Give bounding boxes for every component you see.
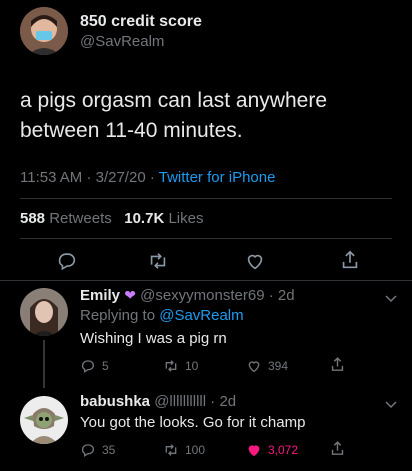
reply-avatar[interactable] [20, 288, 68, 336]
reply-retweet-button[interactable]: 10 [163, 358, 198, 374]
retweets-label: Retweets [49, 210, 112, 227]
like-button[interactable] [244, 250, 266, 277]
reply-like-button-active[interactable]: 3,072 [246, 442, 298, 458]
replying-to-label: Replying to [80, 307, 156, 324]
reply-author-name[interactable]: babushka [80, 393, 150, 410]
divider [20, 238, 392, 239]
tweet-text-line-1: a pigs orgasm can last anywhere [20, 89, 327, 112]
retweet-count: 10 [185, 359, 199, 373]
replying-to: Replying to @SavRealm [80, 307, 244, 324]
author-avatar[interactable] [20, 7, 68, 55]
share-button[interactable] [339, 249, 361, 276]
heart-icon [248, 361, 260, 373]
meta-separator: · [206, 393, 220, 410]
retweet-button[interactable] [147, 250, 169, 277]
reply-author-name[interactable]: Emily [80, 287, 120, 304]
share-icon [331, 441, 344, 455]
retweet-icon [150, 253, 166, 269]
avatar-photo [20, 396, 68, 444]
reply-icon [81, 444, 94, 457]
reply-header: Emily ❤ @sexyymonster69 · 2d [80, 287, 295, 304]
reply-button[interactable] [56, 250, 78, 277]
reply-count: 35 [102, 443, 116, 457]
divider [20, 198, 392, 199]
heart-filled-icon [248, 445, 260, 457]
reply-icon [81, 360, 94, 373]
heart-icon [247, 254, 263, 270]
reply-avatar[interactable] [20, 396, 68, 444]
chevron-down-icon[interactable] [385, 396, 397, 414]
reply-share-button[interactable] [329, 440, 346, 462]
reply-count: 5 [102, 359, 109, 373]
author-handle[interactable]: @SavRealm [80, 33, 164, 50]
retweets-count: 588 [20, 210, 46, 227]
tweet-date: 3/27/20 [95, 169, 146, 186]
reply-header: babushka @lllllllllll · 2d [80, 393, 236, 410]
avatar-photo [20, 7, 68, 55]
avatar-photo [20, 288, 68, 336]
retweets-stat[interactable]: 588 Retweets [20, 210, 112, 227]
reply-author-handle[interactable]: @sexyymonster69 [140, 287, 264, 304]
like-count: 3,072 [268, 443, 299, 457]
like-count: 394 [268, 359, 289, 373]
likes-count: 10.7K [124, 210, 165, 227]
replying-to-handle[interactable]: @SavRealm [159, 307, 243, 324]
retweet-icon [165, 360, 177, 372]
retweet-icon [165, 444, 177, 456]
tweet-text-line-2: between 11-40 minutes. [20, 119, 243, 142]
reply-text: You got the looks. Go for it champ [80, 414, 306, 431]
thread-line [43, 340, 45, 388]
tweet-meta: 11:53 AM · 3/27/20 · Twitter for iPhone [20, 169, 275, 186]
author-name[interactable]: 850 credit score [80, 13, 202, 31]
tweet-source-link[interactable]: Twitter for iPhone [159, 169, 276, 186]
likes-label: Likes [168, 210, 204, 227]
tweet-time: 11:53 AM [20, 169, 83, 186]
reply-reply-button[interactable]: 5 [80, 358, 109, 374]
reply-share-button[interactable] [329, 356, 346, 378]
chevron-down-icon[interactable] [385, 290, 397, 308]
purple-heart-icon: ❤ [124, 287, 136, 303]
divider [0, 280, 412, 281]
reply-like-button[interactable]: 394 [246, 358, 288, 374]
tweet-stats: 588 Retweets 10.7K Likes [20, 210, 203, 227]
meta-separator: · [86, 169, 92, 186]
reply-author-handle[interactable]: @lllllllllll [154, 393, 206, 410]
reply-retweet-button[interactable]: 100 [163, 442, 205, 458]
reply-text: Wishing I was a pig rn [80, 330, 227, 347]
meta-separator: · [264, 287, 278, 304]
reply-age: 2d [277, 287, 295, 304]
reply-age: 2d [219, 393, 237, 410]
likes-stat[interactable]: 10.7K Likes [124, 210, 203, 227]
share-icon [331, 357, 344, 371]
reply-reply-button[interactable]: 35 [80, 442, 115, 458]
retweet-count: 100 [185, 443, 206, 457]
reply-icon [58, 253, 76, 271]
meta-separator: · [149, 169, 155, 186]
share-icon [342, 250, 358, 269]
